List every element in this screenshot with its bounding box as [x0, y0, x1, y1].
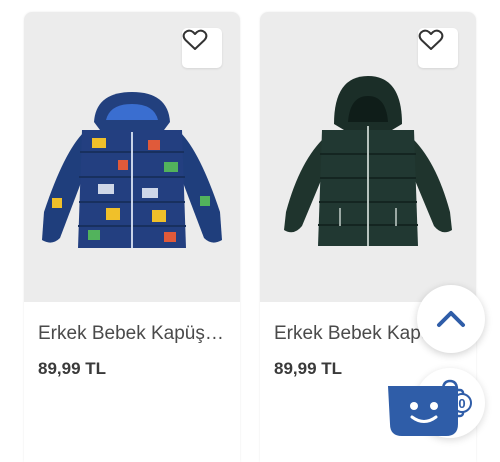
chevron-up-icon: [437, 311, 465, 327]
assistant-bot-button[interactable]: [386, 384, 460, 438]
product-price: 89,99 TL: [38, 359, 107, 378]
favorite-button[interactable]: [182, 28, 222, 68]
heart-outline-icon: [182, 29, 208, 50]
product-title[interactable]: Erkek Bebek Kapüşonlu Mont: [38, 323, 228, 345]
scroll-to-top-button[interactable]: [417, 285, 485, 353]
product-image[interactable]: [24, 12, 240, 302]
chatbot-face-icon: [388, 386, 458, 436]
product-price: 89,99 TL: [274, 359, 343, 378]
product-card[interactable]: Erkek Bebek Kapüşonlu Mont 89,99 TL: [24, 12, 240, 462]
favorite-button[interactable]: [418, 28, 458, 68]
product-image[interactable]: [260, 12, 476, 302]
heart-outline-icon: [418, 29, 444, 50]
